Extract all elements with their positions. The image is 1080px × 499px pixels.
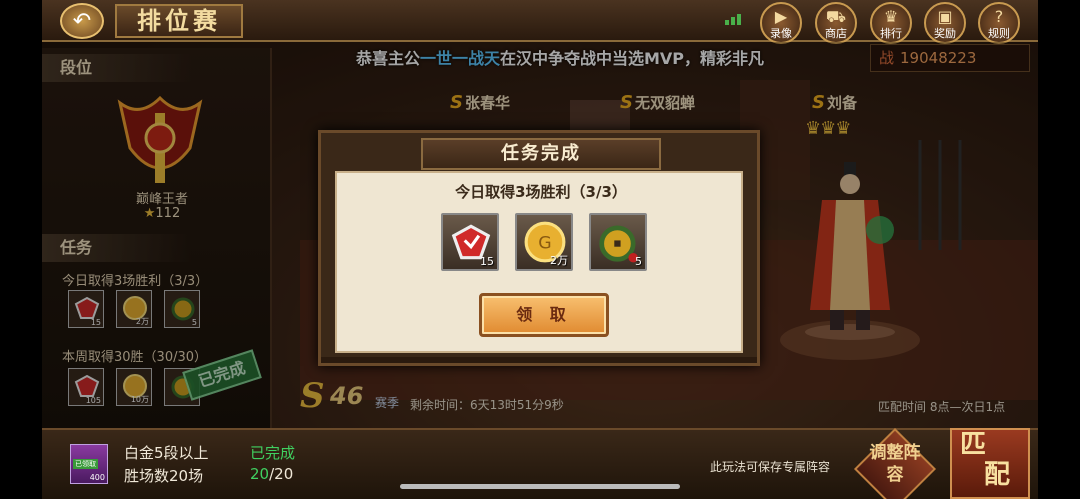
- replay-button[interactable]: ▶ 录像: [760, 2, 802, 44]
- lineup-note: 此玩法可保存专属阵容: [710, 460, 831, 474]
- game-screen: ↶ 排位赛 ▶ 录像 ⛟ 商店 ♛ 排行 ▣ 奖励 ? 规则 恭喜主公一世一战天…: [0, 0, 1080, 499]
- page-title: 排位赛: [115, 4, 243, 38]
- reward-count: 15: [480, 255, 494, 268]
- requirement-rank: 白金5段以上: [124, 444, 209, 462]
- dialog-reward-coin[interactable]: G 2万: [515, 213, 573, 271]
- claimed-tag: 已领取: [73, 459, 98, 469]
- reward-count: 400: [89, 473, 105, 482]
- video-camera-icon: ▶: [774, 7, 788, 26]
- dialog-task-text: 今日取得3场胜利（3/3）: [455, 183, 627, 201]
- reward-count: 2万: [550, 254, 568, 267]
- progress-current: 20: [250, 465, 270, 483]
- shop-label: 商店: [825, 27, 847, 40]
- ranking-label: 排行: [880, 27, 902, 40]
- gift-icon: ▣: [937, 7, 953, 26]
- back-button[interactable]: ↶: [60, 3, 104, 39]
- progress-total: /20: [269, 465, 294, 483]
- claim-button[interactable]: 领 取: [479, 293, 609, 337]
- bottom-reward-chest[interactable]: 已领取 400: [70, 444, 108, 484]
- back-arrow-icon: ↶: [72, 8, 92, 34]
- rules-button[interactable]: ? 规则: [978, 2, 1020, 44]
- match-label[interactable]: 匹配: [950, 430, 1030, 490]
- rewards-label: 奖励: [934, 27, 956, 40]
- dialog-reward-pendant[interactable]: 5: [589, 213, 647, 271]
- rules-label: 规则: [988, 27, 1010, 40]
- adjust-lineup-label[interactable]: 调整阵容: [866, 442, 924, 486]
- shop-button[interactable]: ⛟ 商店: [815, 2, 857, 44]
- dialog-title: 任务完成: [421, 138, 661, 170]
- home-indicator[interactable]: [400, 484, 680, 489]
- replay-label: 录像: [770, 27, 792, 40]
- requirement-status: 已完成: [250, 444, 296, 462]
- dialog-footer: [321, 357, 757, 363]
- dialog-reward-token[interactable]: 15: [441, 213, 499, 271]
- signal-icon: [725, 14, 741, 25]
- task-complete-dialog: 任务完成 今日取得3场胜利（3/3） 15 G 2万 5 领 取: [318, 130, 760, 366]
- dialog-body: 今日取得3场胜利（3/3） 15 G 2万 5 领 取: [335, 171, 743, 353]
- requirement-wins: 胜场数20场: [124, 467, 204, 485]
- shopping-cart-icon: ⛟: [825, 7, 847, 26]
- svg-text:G: G: [538, 233, 551, 253]
- ranking-button[interactable]: ♛ 排行: [870, 2, 912, 44]
- letterbox-left: [0, 0, 42, 499]
- letterbox-right: [1038, 0, 1080, 499]
- rewards-button[interactable]: ▣ 奖励: [924, 2, 966, 44]
- reward-count: 5: [635, 255, 642, 268]
- trophy-icon: ♛: [883, 7, 899, 26]
- requirement-progress: 20/20: [250, 465, 293, 483]
- question-icon: ?: [994, 7, 1004, 26]
- match-label-char-1: 匹: [960, 430, 987, 460]
- match-label-char-2: 配: [984, 460, 1011, 490]
